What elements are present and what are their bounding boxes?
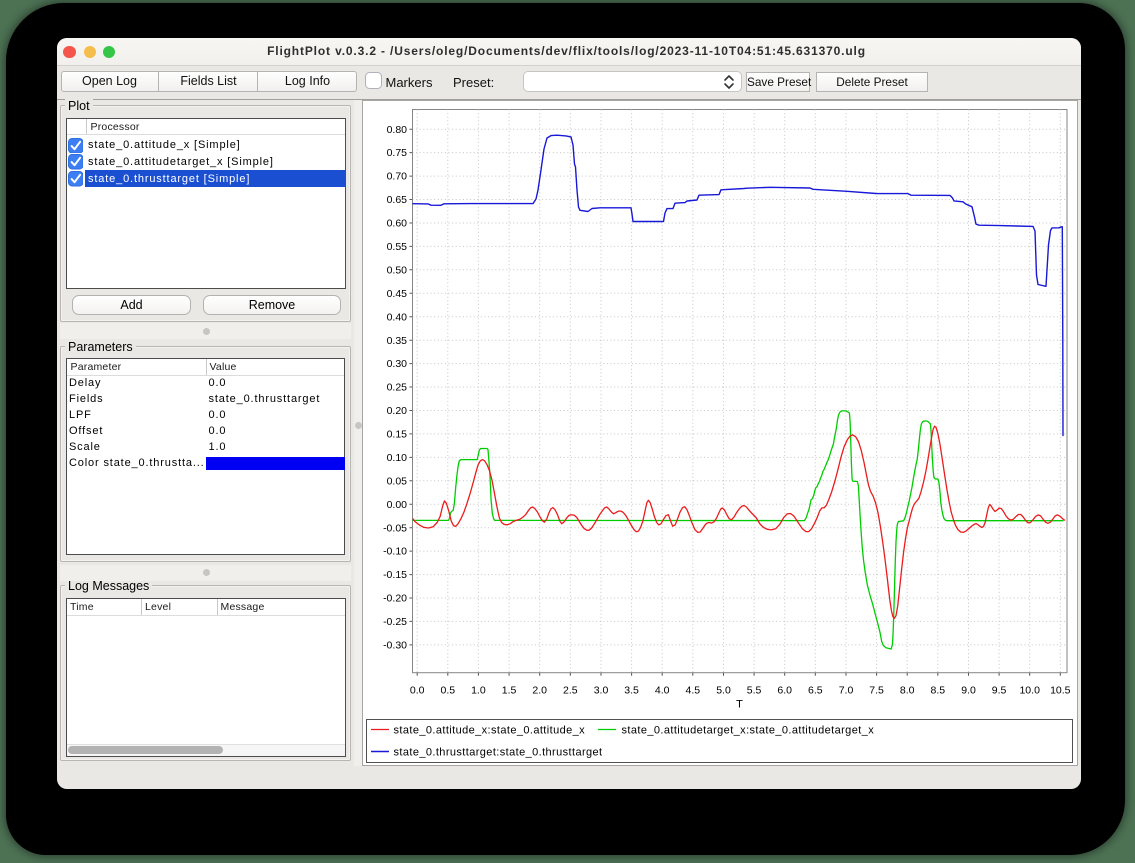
svg-text:0.20: 0.20 [387, 405, 408, 417]
svg-text:2.0: 2.0 [532, 685, 547, 697]
svg-text:-0.15: -0.15 [383, 569, 407, 581]
svg-text:0.40: 0.40 [387, 311, 408, 323]
svg-text:0.75: 0.75 [387, 147, 408, 159]
svg-text:9.5: 9.5 [992, 685, 1007, 697]
svg-text:0.80: 0.80 [387, 124, 408, 136]
svg-text:0.10: 0.10 [387, 452, 408, 464]
svg-text:-0.30: -0.30 [383, 640, 407, 652]
svg-text:-0.05: -0.05 [383, 522, 407, 534]
svg-text:0.45: 0.45 [387, 288, 408, 300]
svg-text:0.35: 0.35 [387, 335, 408, 347]
svg-text:0.00: 0.00 [387, 499, 408, 511]
svg-text:0.60: 0.60 [387, 218, 408, 230]
svg-text:0.25: 0.25 [387, 382, 408, 394]
svg-text:1.5: 1.5 [502, 685, 517, 697]
svg-text:0.05: 0.05 [387, 475, 408, 487]
svg-text:state_0.thrusttarget:state_0.t: state_0.thrusttarget:state_0.thrusttarge… [394, 747, 603, 759]
svg-text:state_0.attitudetarget_x:state: state_0.attitudetarget_x:state_0.attitud… [622, 725, 875, 737]
svg-text:0.30: 0.30 [387, 358, 408, 370]
svg-text:8.0: 8.0 [900, 685, 915, 697]
svg-text:0.5: 0.5 [440, 685, 455, 697]
svg-text:3.5: 3.5 [624, 685, 639, 697]
svg-text:-0.20: -0.20 [383, 593, 407, 605]
svg-text:5.5: 5.5 [747, 685, 762, 697]
svg-text:7.0: 7.0 [839, 685, 854, 697]
svg-text:0.70: 0.70 [387, 171, 408, 183]
svg-text:0.0: 0.0 [410, 685, 425, 697]
svg-text:6.5: 6.5 [808, 685, 823, 697]
svg-text:2.5: 2.5 [563, 685, 578, 697]
svg-text:8.5: 8.5 [930, 685, 945, 697]
svg-text:7.5: 7.5 [869, 685, 884, 697]
svg-text:9.0: 9.0 [961, 685, 976, 697]
svg-text:0.15: 0.15 [387, 429, 408, 441]
svg-text:4.0: 4.0 [655, 685, 670, 697]
svg-text:0.65: 0.65 [387, 194, 408, 206]
svg-text:-0.10: -0.10 [383, 546, 407, 558]
svg-text:5.0: 5.0 [716, 685, 731, 697]
svg-text:10.0: 10.0 [1019, 685, 1040, 697]
svg-text:0.50: 0.50 [387, 264, 408, 276]
svg-text:T: T [736, 699, 743, 711]
svg-text:1.0: 1.0 [471, 685, 486, 697]
svg-text:6.0: 6.0 [777, 685, 792, 697]
svg-text:4.5: 4.5 [685, 685, 700, 697]
svg-text:state_0.attitude_x:state_0.att: state_0.attitude_x:state_0.attitude_x [394, 725, 586, 737]
svg-text:0.55: 0.55 [387, 241, 408, 253]
svg-text:10.5: 10.5 [1050, 685, 1071, 697]
svg-text:3.0: 3.0 [594, 685, 609, 697]
svg-text:-0.25: -0.25 [383, 616, 407, 628]
